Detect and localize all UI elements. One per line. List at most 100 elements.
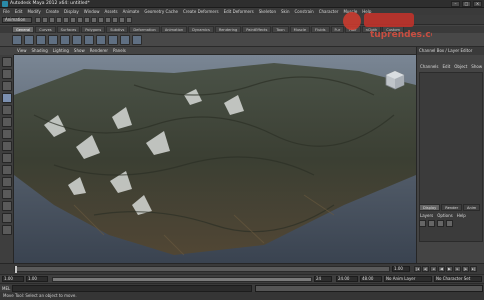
command-input[interactable] (12, 285, 252, 292)
new-scene-icon[interactable] (35, 17, 41, 23)
move-layer-down-icon[interactable] (428, 220, 435, 227)
step-back-key-icon[interactable]: ◂| (422, 266, 429, 272)
shelf-tab-animation[interactable]: Animation (160, 26, 188, 33)
soft-mod-tool-icon[interactable] (2, 141, 12, 151)
playback-end-field[interactable]: 24 (314, 276, 332, 282)
lasso-tool-icon[interactable] (2, 69, 12, 79)
menu-file[interactable]: File (3, 9, 10, 14)
play-backward-icon[interactable]: ◀ (438, 266, 445, 272)
render-view-icon[interactable] (105, 17, 111, 23)
rotate-tool-icon[interactable] (2, 105, 12, 115)
object-menu[interactable]: Object (454, 64, 467, 69)
step-back-frame-icon[interactable]: ◂ (430, 266, 437, 272)
range-slider[interactable] (52, 277, 312, 282)
total-end-field[interactable]: 48.00 (360, 276, 382, 282)
viewcube-icon[interactable] (384, 69, 406, 91)
history-icon[interactable] (108, 35, 118, 45)
play-forward-icon[interactable]: ▶ (446, 266, 453, 272)
close-button[interactable]: × (473, 1, 482, 7)
render-frame-icon[interactable] (112, 17, 118, 23)
manipulator-tool-icon[interactable] (2, 129, 12, 139)
shelf-tab-deformation[interactable]: Deformation (129, 26, 160, 33)
cv-curve-icon[interactable] (84, 35, 94, 45)
new-layer-icon[interactable] (437, 220, 444, 227)
end-time-field[interactable]: 24.00 (336, 276, 358, 282)
persp-outliner-layout-icon[interactable] (2, 189, 12, 199)
maximize-button[interactable]: □ (462, 1, 471, 7)
torus-tool-icon[interactable] (72, 35, 82, 45)
time-slider-playhead[interactable] (15, 266, 17, 273)
menu-skeleton[interactable]: Skeleton (259, 9, 276, 14)
show-menu[interactable]: Show (471, 64, 482, 69)
shelf-tab-dynamics[interactable]: Dynamics (188, 26, 214, 33)
go-to-start-icon[interactable]: |◂ (414, 266, 421, 272)
new-layer-selected-icon[interactable] (446, 220, 453, 227)
perspective-viewport[interactable] (14, 55, 416, 263)
four-view-layout-icon[interactable] (2, 177, 12, 187)
layer-tab-render[interactable]: Render (441, 204, 463, 211)
snap-curve-icon[interactable] (84, 17, 90, 23)
cylinder-tool-icon[interactable] (36, 35, 46, 45)
step-forward-frame-icon[interactable]: ▸ (454, 266, 461, 272)
shelf-tab-toon[interactable]: Toon (272, 26, 289, 33)
menu-modify[interactable]: Modify (27, 9, 40, 14)
panel-menu-show[interactable]: Show (74, 48, 85, 53)
last-tool-icon[interactable] (2, 153, 12, 163)
snap-point-icon[interactable] (91, 17, 97, 23)
snap-surface-icon[interactable] (98, 17, 104, 23)
menu-skin[interactable]: Skin (281, 9, 290, 14)
ep-curve-icon[interactable] (96, 35, 106, 45)
shelf-tab-subdivs[interactable]: Subdivs (106, 26, 129, 33)
mel-label[interactable]: MEL (2, 286, 10, 291)
persp-graph-layout-icon[interactable] (2, 201, 12, 211)
freeze-transforms-icon[interactable] (132, 35, 142, 45)
menu-geometry-cache[interactable]: Geometry Cache (144, 9, 178, 14)
range-slider-handle[interactable] (53, 278, 311, 281)
sphere-tool-icon[interactable] (12, 35, 22, 45)
move-layer-up-icon[interactable] (419, 220, 426, 227)
select-tool-icon[interactable] (2, 57, 12, 67)
anim-layer-dropdown[interactable]: No Anim Layer (384, 276, 432, 282)
menu-set-dropdown[interactable]: Animation (2, 17, 32, 23)
help-menu[interactable]: Help (457, 213, 466, 218)
render-settings-icon[interactable] (126, 17, 132, 23)
menu-animate[interactable]: Animate (123, 9, 140, 14)
open-scene-icon[interactable] (42, 17, 48, 23)
panel-menu-lighting[interactable]: Lighting (53, 48, 69, 53)
save-scene-icon[interactable] (49, 17, 55, 23)
options-menu[interactable]: Options (437, 213, 452, 218)
select-component-icon[interactable] (70, 17, 76, 23)
menu-create-deformers[interactable]: Create Deformers (183, 9, 219, 14)
move-tool-icon[interactable] (2, 93, 12, 103)
shelf-tab-surfaces[interactable]: Surfaces (56, 26, 81, 33)
layer-tab-anim[interactable]: Anim (463, 204, 481, 211)
shelf-tab-curves[interactable]: Curves (35, 26, 56, 33)
outliner-layout-icon[interactable] (2, 225, 12, 235)
layers-menu[interactable]: Layers (420, 213, 433, 218)
panel-menu-view[interactable]: View (17, 48, 27, 53)
terrain-mesh[interactable] (14, 55, 416, 263)
hypershade-layout-icon[interactable] (2, 213, 12, 223)
menu-create[interactable]: Create (46, 9, 59, 14)
select-hierarchy-icon[interactable] (56, 17, 62, 23)
minimize-button[interactable]: – (451, 1, 460, 7)
cone-tool-icon[interactable] (48, 35, 58, 45)
go-to-end-icon[interactable]: ▸| (470, 266, 477, 272)
menu-edit[interactable]: Edit (15, 9, 23, 14)
plane-tool-icon[interactable] (60, 35, 70, 45)
single-perspective-layout-icon[interactable] (2, 165, 12, 175)
shelf-tab-muscle[interactable]: Muscle (289, 26, 311, 33)
shelf-tab-general[interactable]: General (12, 26, 35, 33)
menu-window[interactable]: Window (84, 9, 100, 14)
menu-edit-deformers[interactable]: Edit Deformers (224, 9, 254, 14)
cube-tool-icon[interactable] (24, 35, 34, 45)
panel-menu-panels[interactable]: Panels (113, 48, 126, 53)
select-object-icon[interactable] (63, 17, 69, 23)
time-slider-track[interactable] (14, 266, 390, 273)
panel-menu-renderer[interactable]: Renderer (90, 48, 108, 53)
shelf-tab-rendering[interactable]: Rendering (214, 26, 242, 33)
paint-select-tool-icon[interactable] (2, 81, 12, 91)
menu-assets[interactable]: Assets (105, 9, 118, 14)
menu-constrain[interactable]: Constrain (295, 9, 314, 14)
center-pivot-icon[interactable] (120, 35, 130, 45)
